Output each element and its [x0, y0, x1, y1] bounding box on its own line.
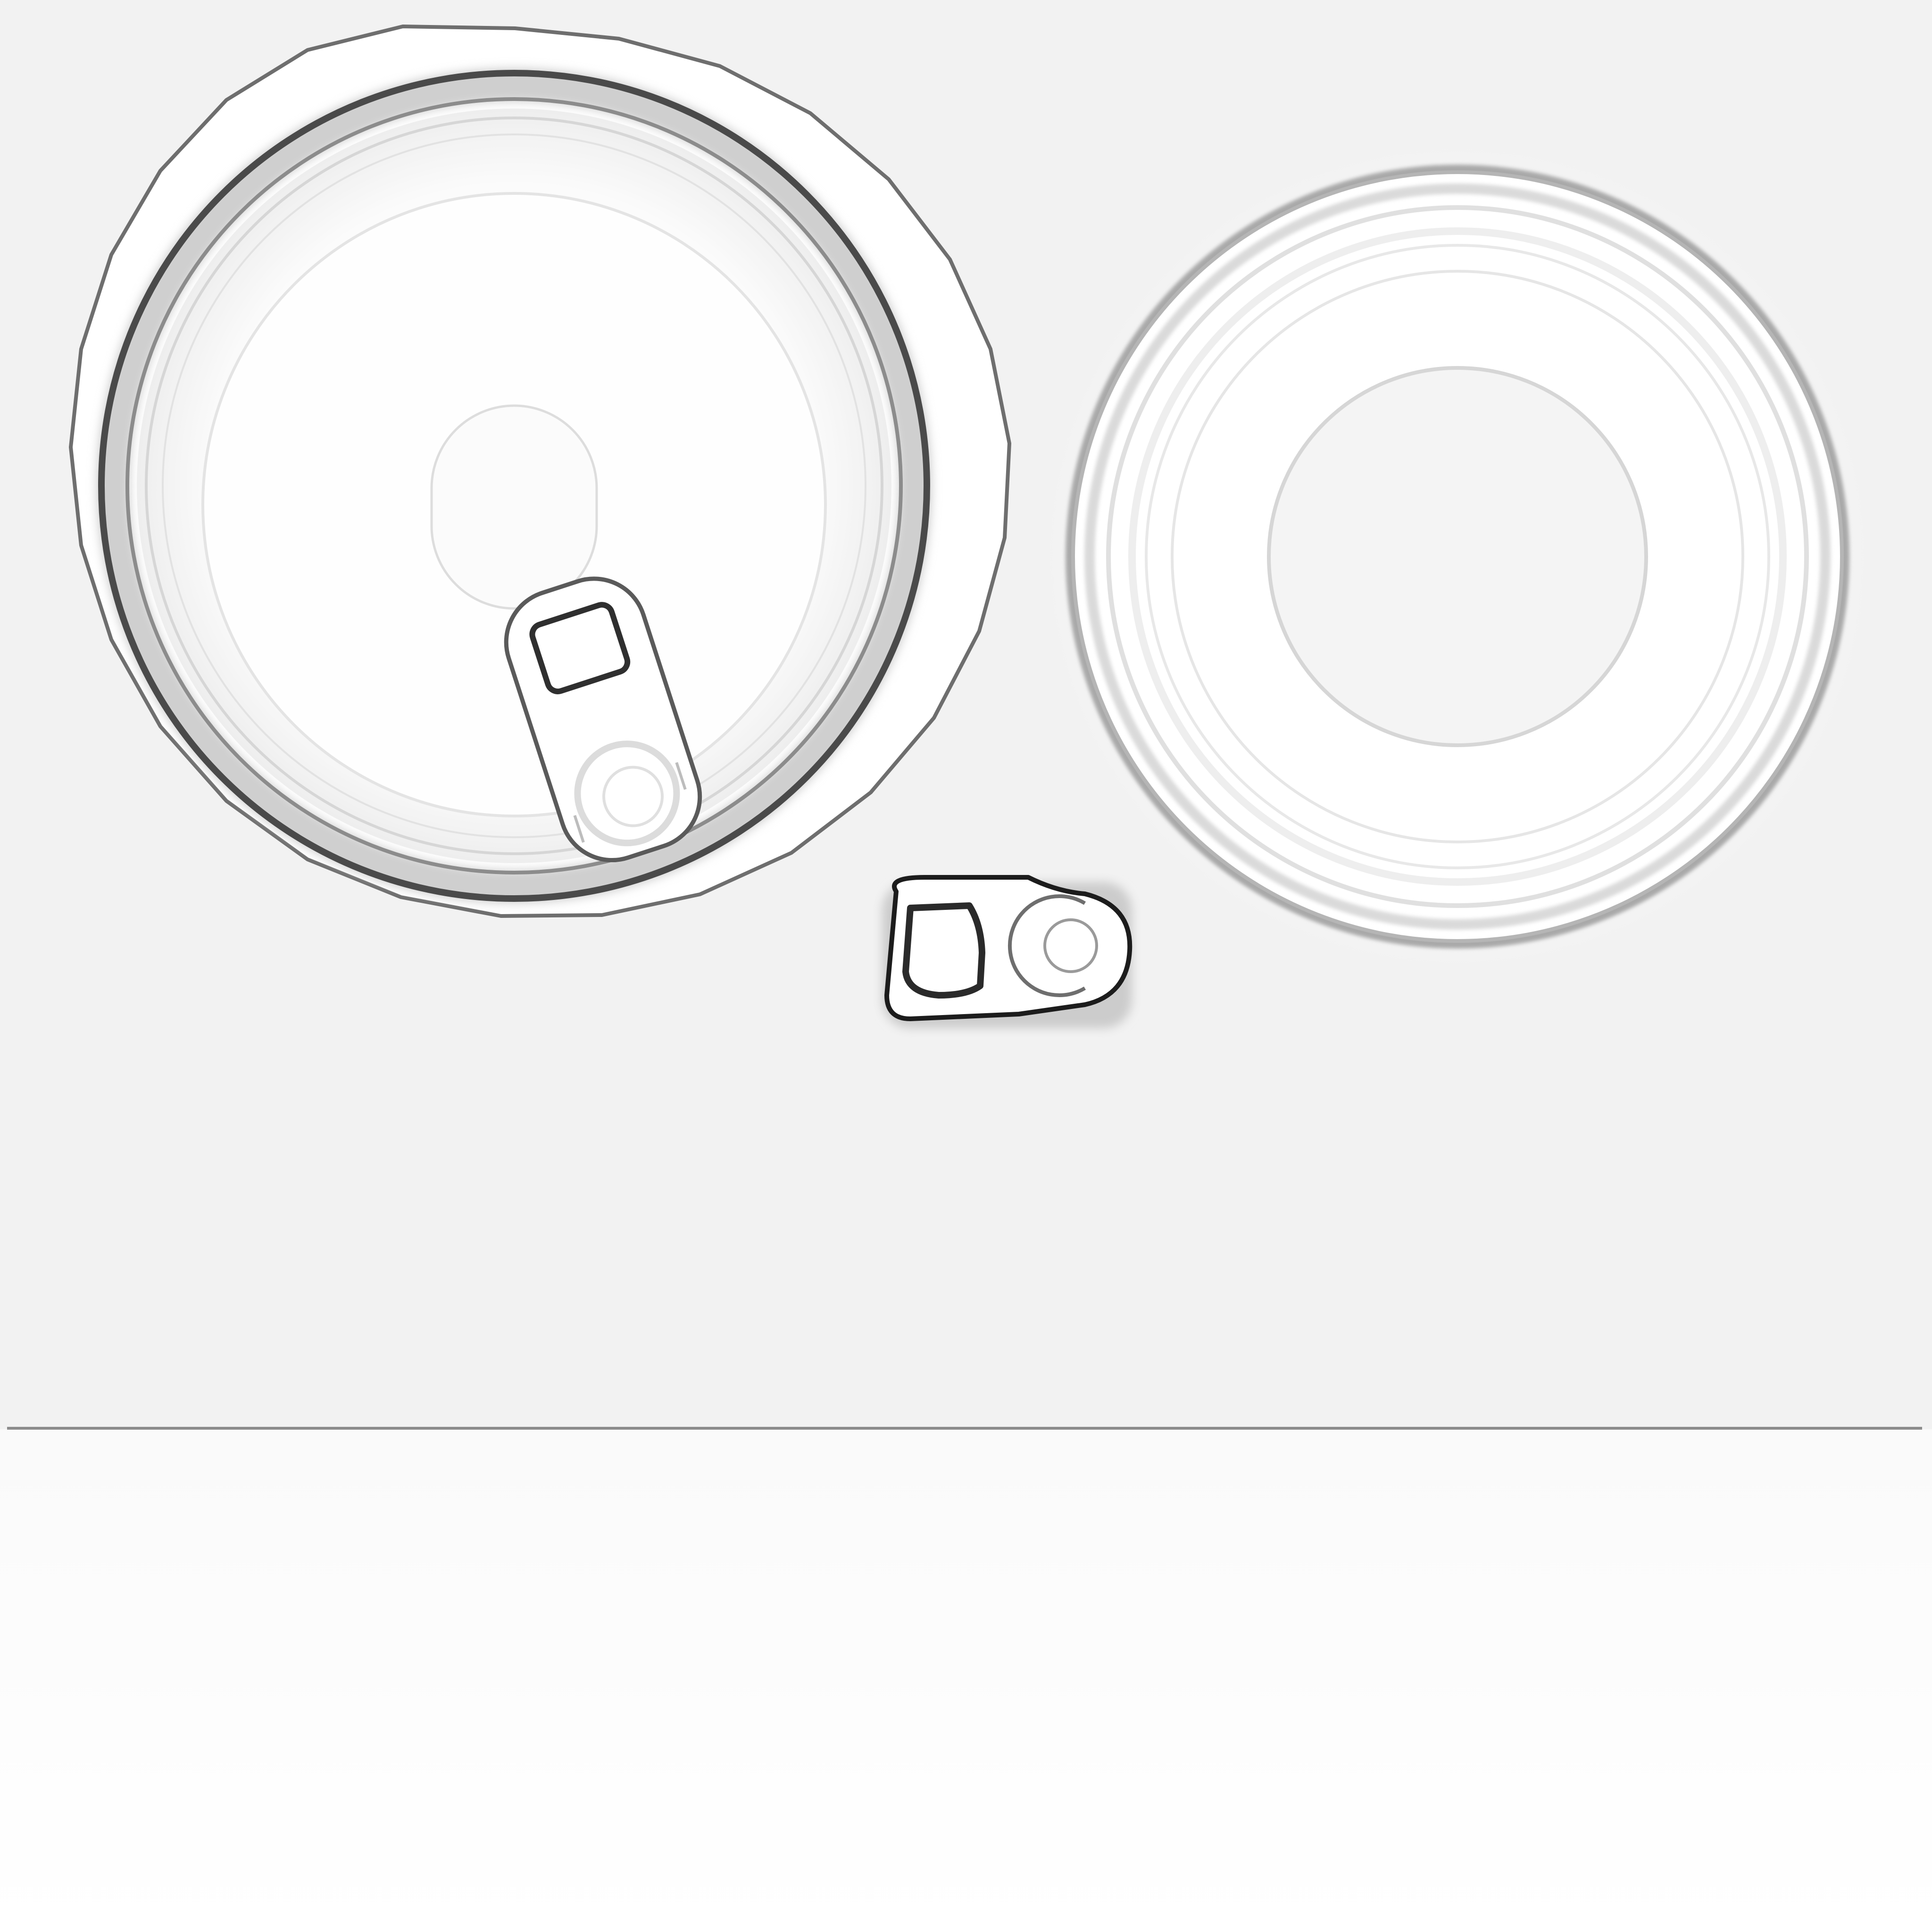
can-body-strip [0, 1429, 1932, 1932]
bottom-dome [1267, 366, 1648, 747]
loose-tab-rivet [1043, 918, 1098, 973]
opening-score [430, 404, 598, 610]
can-ao-texture [0, 0, 1932, 1932]
can-bottom [1024, 123, 1891, 991]
loose-tab-hole [902, 902, 985, 999]
loose-pull-tab [882, 875, 1133, 1028]
